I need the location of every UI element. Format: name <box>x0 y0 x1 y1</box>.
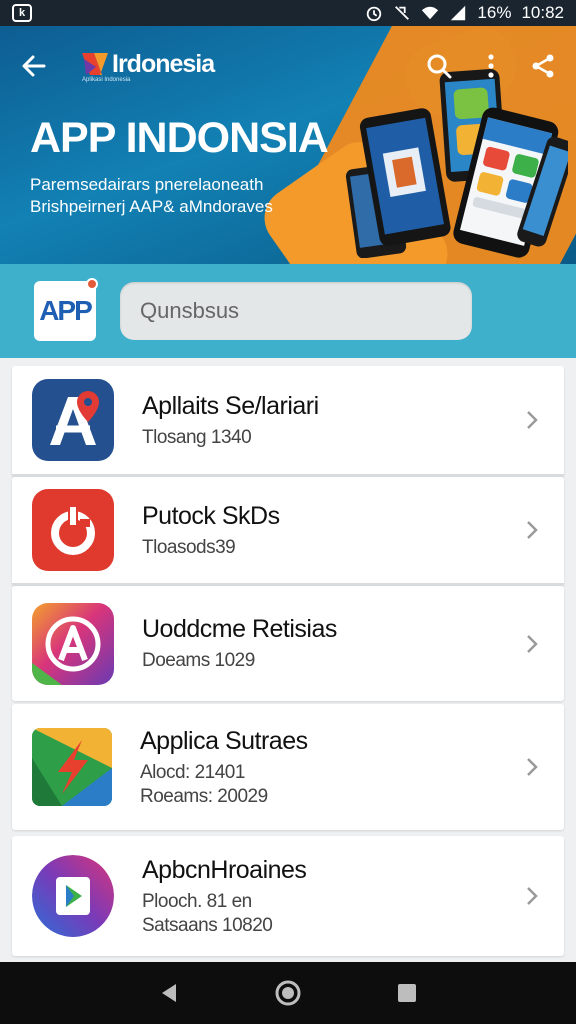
phones-illustration <box>345 69 568 258</box>
overflow-menu-button[interactable] <box>476 51 506 81</box>
share-button[interactable] <box>528 51 558 81</box>
app-subtitle: Tlosang 1340 <box>142 426 252 448</box>
clock: 10:82 <box>521 3 564 22</box>
signal-icon <box>451 5 466 21</box>
brand-tagline: Aplikasi Indonesia <box>82 77 131 83</box>
app-detail: Roeams: 20029 <box>140 785 268 807</box>
list-item[interactable]: Applica Sutraes Alocd: 21401 Roeams: 200… <box>12 704 564 830</box>
subtitle-line: Brishpeirnerj AAP& aMndoraves <box>30 197 273 216</box>
page-subtitle: Paremsedairars pnerelaoneath Brishpeirne… <box>30 174 330 218</box>
square-recents-icon <box>397 984 416 1002</box>
list-item[interactable]: Putock SkDs Tloasods39 <box>12 477 564 586</box>
search-input[interactable] <box>120 282 472 340</box>
app-subtitle: Plooch. 81 en <box>142 890 252 912</box>
more-vertical-icon <box>488 54 494 78</box>
app-badge-logo[interactable]: APP <box>34 278 98 341</box>
brand: Irdonesia Aplikasi Indonesia <box>50 49 215 83</box>
page-title: APP INDONSIA <box>30 114 329 162</box>
app-title: Apllaits Se/lariari <box>142 391 319 420</box>
app-badge-label: APP <box>39 295 93 326</box>
app-list: Apllaits Se/lariari Tlosang 1340 Putock … <box>12 366 564 956</box>
app-icon-letter-a <box>32 602 114 685</box>
arrow-left-icon <box>22 55 46 77</box>
nav-recents-button[interactable] <box>389 975 425 1011</box>
app-subtitle: Doeams 1029 <box>142 650 255 671</box>
app-title: Putock SkDs <box>142 501 280 530</box>
app-title: Uoddcme Retisias <box>142 615 337 643</box>
list-item[interactable]: Apllaits Se/lariari Tlosang 1340 <box>12 366 564 477</box>
chevron-right-icon <box>522 632 542 656</box>
wifi-icon <box>422 6 439 20</box>
share-icon <box>532 54 554 78</box>
list-item[interactable]: ApbcnHroaines Plooch. 81 en Satsaans 108… <box>12 836 564 956</box>
search-button[interactable] <box>424 51 454 81</box>
triangle-back-icon <box>162 984 177 1002</box>
search-icon <box>427 54 452 79</box>
chevron-right-icon <box>522 408 542 432</box>
alarm-icon <box>367 6 382 22</box>
brand-logo-icon <box>82 53 108 75</box>
circle-home-icon <box>275 980 301 1006</box>
app-subtitle: Tloasods39 <box>142 536 236 558</box>
vibrate-off-icon <box>395 6 410 20</box>
brand-name: Irdonesia <box>112 49 215 78</box>
system-navigation-bar <box>0 962 576 1024</box>
app-detail: Satsaans 10820 <box>142 914 273 936</box>
nav-home-button[interactable] <box>270 975 306 1011</box>
hero-header: Irdonesia Aplikasi Indonesia APP INDONSI… <box>0 26 576 264</box>
status-bar: k 16% 10:82 <box>0 0 576 26</box>
nav-back-button[interactable] <box>151 975 187 1011</box>
app-icon-power <box>32 489 114 571</box>
chevron-right-icon <box>522 884 542 908</box>
list-item[interactable]: Uoddcme Retisias Doeams 1029 <box>12 586 564 701</box>
chevron-right-icon <box>522 755 542 779</box>
app-icon-play <box>32 855 114 937</box>
app-subtitle: Alocd: 21401 <box>140 761 245 783</box>
app-title: ApbcnHroaines <box>142 855 307 884</box>
chevron-right-icon <box>522 518 542 542</box>
back-button[interactable] <box>18 50 50 82</box>
search-bar: APP <box>0 264 576 358</box>
notification-dot <box>86 278 98 290</box>
notification-app-icon: k <box>12 4 32 22</box>
app-icon-lightning <box>32 728 112 806</box>
subtitle-line: Paremsedairars pnerelaoneath <box>30 175 264 194</box>
app-title: Applica Sutraes <box>140 726 308 755</box>
app-icon-maps <box>32 379 114 461</box>
battery-percentage: 16% <box>477 3 512 22</box>
